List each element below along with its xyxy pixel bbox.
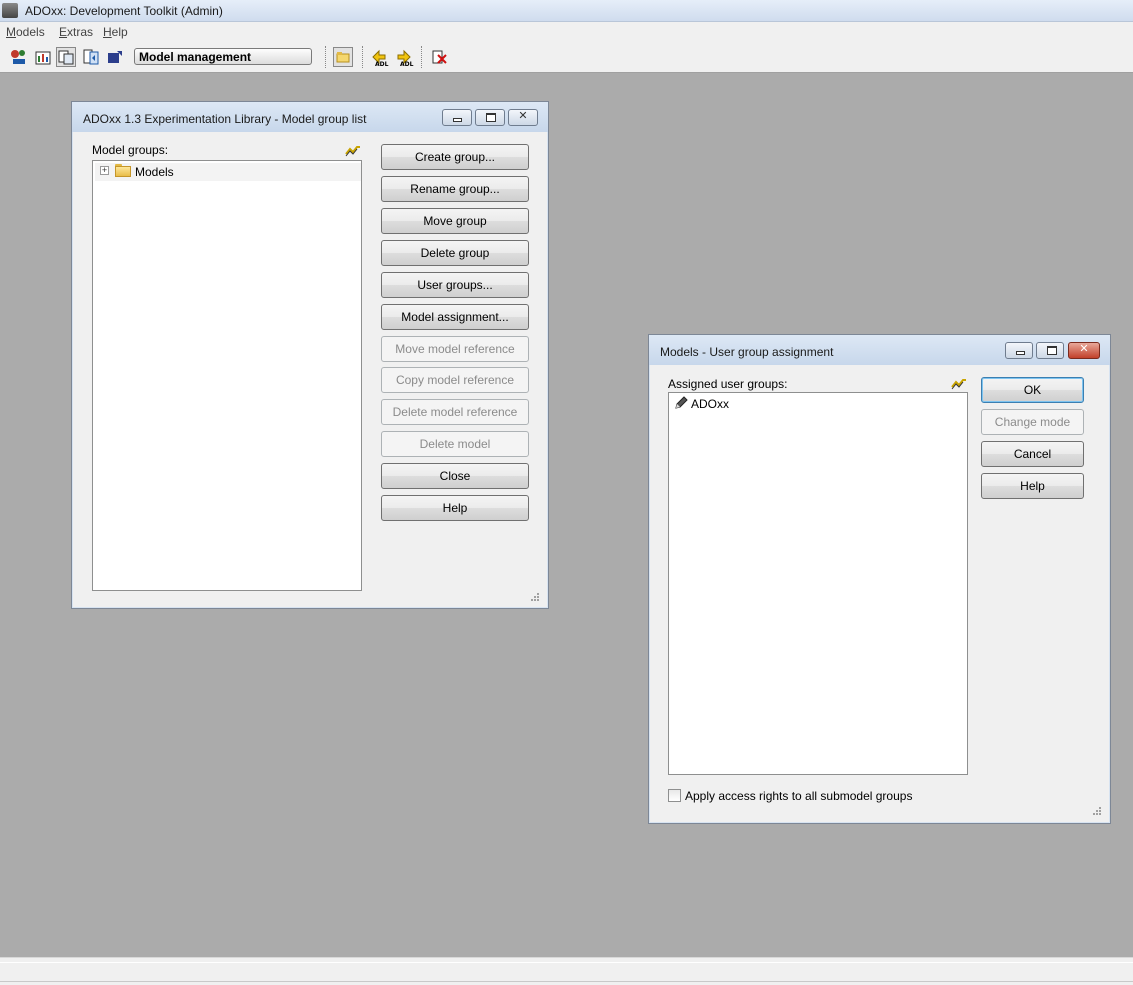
dialog-body: Assigned user groups: ADOxx OK Change mo…: [655, 365, 1104, 818]
import-export-icon[interactable]: [105, 47, 125, 67]
minimize-icon: [453, 118, 462, 122]
delete-group-button[interactable]: Delete group: [381, 240, 529, 266]
toolbar-separator: [362, 46, 364, 68]
copy-model-reference-button[interactable]: Copy model reference: [381, 367, 529, 393]
resize-grip-icon[interactable]: [530, 592, 540, 602]
adl-import-icon[interactable]: ADL: [369, 47, 389, 68]
submodel-groups-label[interactable]: Apply access rights to all submodel grou…: [685, 789, 912, 803]
folder-icon: [115, 164, 131, 177]
tree-item-models[interactable]: + Models: [95, 163, 361, 181]
user-groups-button[interactable]: User groups...: [381, 272, 529, 298]
model-groups-tree[interactable]: + Models: [92, 160, 362, 591]
close-icon: ✕: [1079, 343, 1089, 355]
maximize-icon: [1047, 346, 1057, 355]
menu-extras[interactable]: Extras: [59, 25, 93, 39]
dialog-titlebar[interactable]: Models - User group assignment ✕: [649, 335, 1110, 365]
help-button[interactable]: Help: [381, 495, 529, 521]
app-title: ADOxx: Development Toolkit (Admin): [25, 4, 223, 18]
create-group-button[interactable]: Create group...: [381, 144, 529, 170]
delete-model-reference-button[interactable]: Delete model reference: [381, 399, 529, 425]
model-groups-label: Model groups:: [92, 143, 169, 157]
app-titlebar: ADOxx: Development Toolkit (Admin): [0, 0, 1133, 22]
list-item-label: ADOxx: [691, 397, 730, 411]
modelling-icon[interactable]: [9, 47, 29, 67]
app-icon[interactable]: [2, 3, 18, 18]
close-window-button[interactable]: ✕: [1068, 342, 1100, 359]
component-combo[interactable]: Model management: [134, 48, 312, 65]
toolbar-separator: [325, 46, 327, 68]
adl-export-icon[interactable]: ADL: [394, 47, 414, 68]
help-button[interactable]: Help: [981, 473, 1084, 499]
close-window-button[interactable]: ✕: [508, 109, 538, 126]
menu-help[interactable]: Help: [103, 25, 128, 39]
svg-text:ADL: ADL: [400, 61, 414, 67]
menubar: Models Extras Help: [0, 22, 1133, 42]
move-model-reference-button[interactable]: Move model reference: [381, 336, 529, 362]
minimize-button[interactable]: [1005, 342, 1033, 359]
dialog-title: Models - User group assignment: [660, 345, 834, 359]
minimize-button[interactable]: [442, 109, 472, 126]
dialog-body: Model groups: + Models Create group... R…: [78, 132, 542, 602]
maximize-button[interactable]: [1036, 342, 1064, 359]
resize-grip-icon[interactable]: [1092, 806, 1102, 816]
pencil-icon: [675, 396, 688, 409]
open-models-icon[interactable]: [333, 47, 353, 67]
minimize-icon: [1016, 351, 1025, 355]
model-group-list-dialog: ADOxx 1.3 Experimentation Library - Mode…: [71, 101, 549, 609]
delete-model-icon[interactable]: [430, 47, 450, 67]
analysis-icon[interactable]: [33, 47, 53, 67]
simulation-icon[interactable]: [81, 47, 101, 67]
user-group-assignment-dialog: Models - User group assignment ✕ Assigne…: [648, 334, 1111, 824]
submodel-groups-checkbox[interactable]: [668, 789, 681, 802]
dialog-titlebar[interactable]: ADOxx 1.3 Experimentation Library - Mode…: [72, 102, 548, 132]
svg-text:ADL: ADL: [375, 61, 389, 67]
ok-button[interactable]: OK: [981, 377, 1084, 403]
rename-group-button[interactable]: Rename group...: [381, 176, 529, 202]
refresh-icon[interactable]: [951, 378, 967, 390]
change-mode-button[interactable]: Change mode: [981, 409, 1084, 435]
statusbar: [0, 957, 1133, 985]
maximize-button[interactable]: [475, 109, 505, 126]
list-item[interactable]: ADOxx: [671, 395, 965, 413]
toolbar-separator: [421, 46, 423, 68]
assigned-user-groups-label: Assigned user groups:: [668, 377, 788, 391]
move-group-button[interactable]: Move group: [381, 208, 529, 234]
status-panel: [0, 962, 1133, 982]
tree-item-label: Models: [135, 165, 174, 179]
model-management-icon[interactable]: [56, 47, 76, 67]
assigned-user-groups-list[interactable]: ADOxx: [668, 392, 968, 775]
close-button[interactable]: Close: [381, 463, 529, 489]
cancel-button[interactable]: Cancel: [981, 441, 1084, 467]
menu-models[interactable]: Models: [6, 25, 45, 39]
model-assignment-button[interactable]: Model assignment...: [381, 304, 529, 330]
expand-icon[interactable]: +: [100, 166, 109, 175]
close-icon: ✕: [518, 110, 528, 122]
dialog-title: ADOxx 1.3 Experimentation Library - Mode…: [83, 112, 367, 126]
delete-model-button[interactable]: Delete model: [381, 431, 529, 457]
refresh-icon[interactable]: [345, 145, 361, 157]
maximize-icon: [486, 113, 496, 122]
